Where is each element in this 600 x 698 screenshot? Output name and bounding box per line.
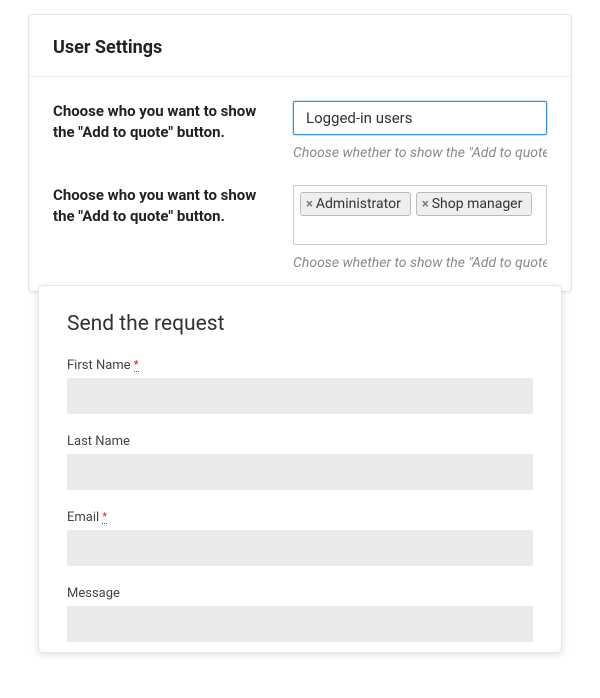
settings-control: Logged-in users Choose whether to show t… [293, 101, 547, 161]
tag-shop-manager: × Shop manager [416, 192, 533, 216]
settings-control: × Administrator × Shop manager Choose wh… [293, 185, 547, 271]
tag-label: Administrator [316, 196, 401, 212]
tag-administrator: × Administrator [300, 192, 411, 216]
tag-label: Shop manager [432, 196, 523, 212]
settings-label: Choose who you want to show the "Add to … [53, 185, 273, 271]
user-settings-panel: User Settings Choose who you want to sho… [28, 14, 572, 292]
help-text: Choose whether to show the "Add to quote… [293, 145, 547, 161]
last-name-label: Last Name [67, 434, 533, 449]
last-name-field[interactable] [67, 454, 533, 490]
required-indicator: * [134, 358, 139, 372]
help-text: Choose whether to show the "Add to quote… [293, 255, 547, 271]
message-label: Message [67, 586, 533, 601]
panel-header: User Settings [29, 15, 571, 77]
settings-label: Choose who you want to show the "Add to … [53, 101, 273, 161]
send-request-panel: Send the request First Name * Last Name … [38, 285, 562, 653]
form-title: Send the request [67, 312, 533, 336]
message-field[interactable] [67, 606, 533, 642]
required-indicator: * [102, 510, 107, 524]
settings-row-roles: Choose who you want to show the "Add to … [29, 161, 571, 271]
page-title: User Settings [53, 37, 547, 58]
roles-tag-input[interactable]: × Administrator × Shop manager [293, 185, 547, 245]
email-label: Email * [67, 510, 533, 525]
email-field[interactable] [67, 530, 533, 566]
first-name-label: First Name * [67, 358, 533, 373]
remove-tag-icon[interactable]: × [306, 197, 313, 212]
user-type-select[interactable]: Logged-in users [293, 101, 547, 135]
settings-row-users: Choose who you want to show the "Add to … [29, 77, 571, 161]
first-name-field[interactable] [67, 378, 533, 414]
remove-tag-icon[interactable]: × [422, 197, 429, 212]
